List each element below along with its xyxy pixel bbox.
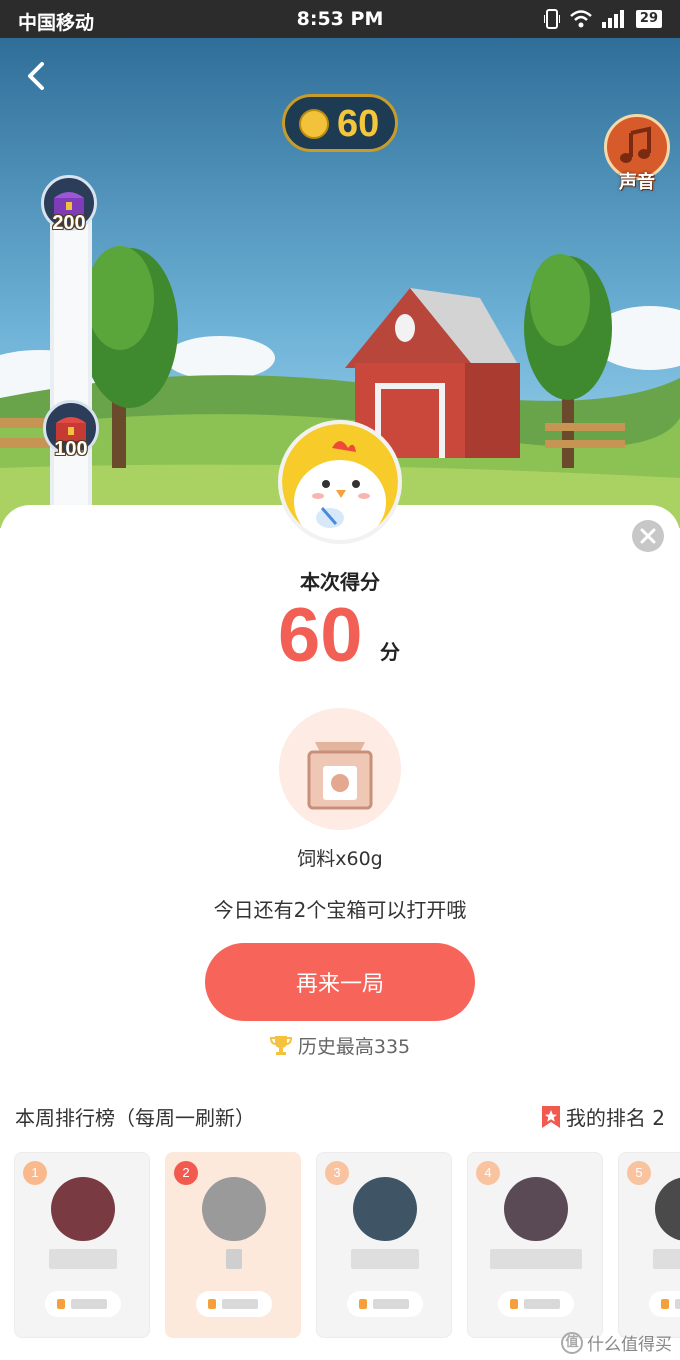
chick-icon [282, 424, 398, 540]
rank-badge: 1 [23, 1161, 47, 1185]
player-score-pill [196, 1291, 272, 1317]
my-rank[interactable]: 我的排名 2 [541, 1102, 665, 1131]
player-score-pill [649, 1291, 680, 1317]
player-name-blurred [490, 1249, 582, 1269]
chest-hint: 今日还有2个宝箱可以打开哦 [213, 898, 467, 922]
avatar [51, 1177, 115, 1241]
score-title: 本次得分 [300, 570, 380, 594]
status-icons: 29 [543, 9, 662, 29]
leaderboard-card[interactable]: 5 [618, 1152, 680, 1338]
player-score-pill [498, 1291, 574, 1317]
coin-counter: 60 [282, 94, 398, 152]
rank-flag-icon [541, 1105, 560, 1128]
score-unit: 分 [380, 640, 400, 664]
signal-icon [601, 10, 624, 28]
avatar [655, 1177, 680, 1241]
rank-badge: 3 [325, 1161, 349, 1185]
close-button[interactable] [632, 520, 664, 552]
avatar [353, 1177, 417, 1241]
player-name-blurred [49, 1249, 117, 1269]
back-button[interactable] [18, 58, 54, 94]
reward-label: 饲料x60g [297, 848, 383, 870]
watermark-text: 什么值得买 [587, 1335, 672, 1355]
best-score-text: 历史最高335 [297, 1036, 411, 1058]
leaderboard-card[interactable]: 4 [467, 1152, 603, 1338]
leaderboard-card[interactable]: 3 [316, 1152, 452, 1338]
chick-avatar [278, 420, 402, 544]
leaderboard-title: 本周排行榜（每周一刷新） [15, 1106, 255, 1130]
leaderboard-card[interactable]: 1 [14, 1152, 150, 1338]
player-score-pill [45, 1291, 121, 1317]
play-again-button[interactable]: 再来一局 [205, 943, 475, 1021]
leaderboard-cards: 1 2 3 4 5 [14, 1152, 680, 1342]
avatar [202, 1177, 266, 1241]
player-name-blurred [226, 1249, 242, 1269]
feed-bag-icon [307, 742, 373, 810]
milestone-label-100: 100 [54, 438, 88, 460]
coin-value: 60 [337, 103, 380, 145]
player-name-blurred [653, 1249, 680, 1269]
leaderboard-card-me[interactable]: 2 [165, 1152, 301, 1338]
vibrate-icon [543, 9, 560, 29]
wifi-icon [570, 10, 592, 28]
score-value: 60 [278, 593, 363, 678]
my-rank-text: 我的排名 2 [565, 1106, 665, 1130]
rank-badge: 5 [627, 1161, 651, 1185]
avatar [504, 1177, 568, 1241]
close-icon [640, 528, 656, 544]
best-score-row: 历史最高335 [0, 1032, 680, 1059]
reward-item [279, 708, 401, 830]
sound-label: 声音 [619, 172, 655, 193]
watermark: 值 什么值得买 [561, 1330, 672, 1355]
battery-icon: 29 [635, 10, 662, 28]
coin-icon [299, 109, 329, 139]
trophy-icon [269, 1036, 292, 1055]
status-bar: 中国移动 8:53 PM 29 [0, 0, 680, 38]
smzdm-logo-icon: 值 [561, 1331, 583, 1354]
milestone-label-200: 200 [52, 212, 86, 234]
player-name-blurred [351, 1249, 419, 1269]
player-score-pill [347, 1291, 423, 1317]
rank-badge: 2 [174, 1161, 198, 1185]
rank-badge: 4 [476, 1161, 500, 1185]
